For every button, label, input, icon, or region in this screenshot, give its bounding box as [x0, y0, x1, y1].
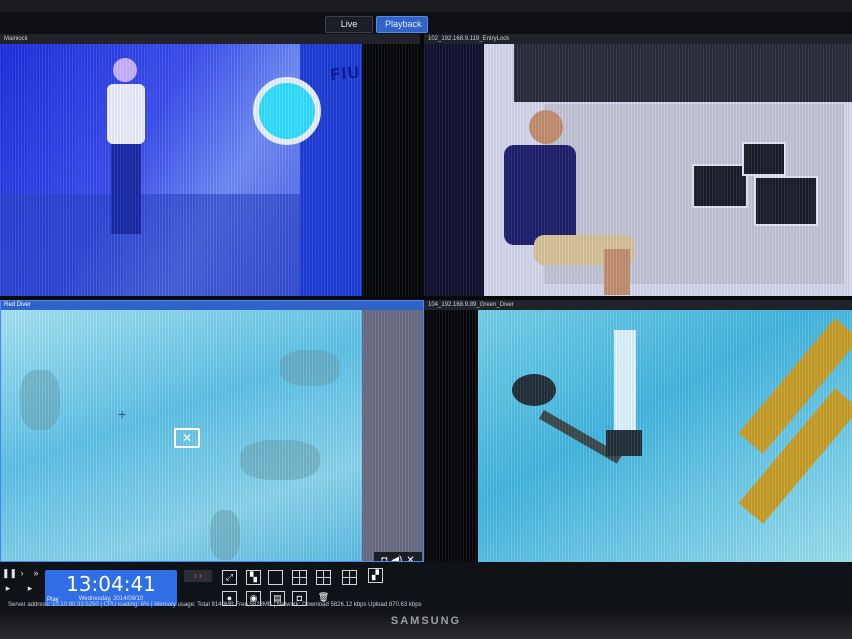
monitor-brand-logo: SAMSUNG — [390, 615, 462, 627]
snapshot-icon[interactable]: ◘ — [381, 555, 387, 563]
laptop — [692, 164, 748, 208]
porthole — [253, 77, 321, 145]
memory-usage: Memory usage: Total 8149MB Free 5823MB — [154, 602, 272, 608]
fast-forward-icon[interactable]: » — [30, 567, 42, 579]
playback-control-bar: ❚❚ › » ▸ ▸ 13:04:41 Play Wednesday, 2014… — [0, 562, 852, 612]
audio-icon[interactable]: ◀) — [391, 555, 402, 563]
person-figure — [107, 58, 145, 234]
top-tab-bar: Live View Playback — [0, 12, 852, 44]
server-address: Server address: 10.10.90.33:5250 — [8, 602, 99, 608]
pane-toolbar: ◘ ◀) ✕ — [374, 552, 422, 562]
speed-slider-icon[interactable]: ▸ — [24, 582, 36, 594]
pane-title: 102_192.168.9.119_EntryLock — [424, 34, 852, 44]
laptop — [754, 176, 818, 226]
fiu-logo: FIU — [329, 62, 361, 85]
layout-custom-icon[interactable]: ▚ — [246, 570, 261, 585]
network-usage: Network: Download 5826.12 kbps Upload 87… — [276, 602, 422, 608]
camera-pane-green-diver[interactable]: 104_192.168.9.89_Green_Diver — [424, 300, 852, 562]
crosshair-icon: + — [118, 406, 127, 422]
cpu-loading: CPU loading: 6% — [103, 602, 150, 608]
layout-custom-2-icon[interactable]: ▞ — [368, 568, 383, 583]
play-icon[interactable]: ▸ — [2, 582, 14, 594]
camera-pane-mainlock[interactable]: Mainlock FIU — [0, 34, 420, 296]
clock-time: 13:04:41 — [66, 572, 156, 596]
monitor — [742, 142, 786, 176]
camera-feed[interactable]: FIU — [0, 44, 420, 296]
layout-3x3-icon[interactable] — [342, 570, 357, 585]
camera-feed[interactable] — [424, 44, 852, 296]
layout-1plus5-icon[interactable] — [316, 570, 331, 585]
camera-feed[interactable]: + ✕ ◘ ◀) ✕ — [0, 310, 424, 562]
pane-title: Mainlock — [0, 34, 420, 44]
fullscreen-icon[interactable]: ⤢ — [222, 570, 237, 585]
camera-feed[interactable] — [424, 310, 852, 562]
tab-playback[interactable]: Playback — [376, 16, 428, 33]
layout-2x2-icon[interactable] — [292, 570, 307, 585]
status-line: Server address: 10.10.90.33:5250 | CPU l… — [8, 602, 422, 608]
nvr-screen: Live View Playback Mainlock FIU 102_192.… — [0, 12, 852, 612]
tab-live-view[interactable]: Live View — [325, 16, 373, 44]
no-video-icon: ✕ — [174, 428, 200, 448]
step-forward-icon[interactable]: › — [16, 567, 28, 579]
camera-pane-red-diver[interactable]: Red Diver + ✕ ◘ ◀) ✕ — [0, 300, 424, 562]
person-figure — [504, 110, 634, 295]
tools-icon[interactable]: ✕ — [406, 555, 414, 563]
camera-pane-entrylock[interactable]: 102_192.168.9.119_EntryLock — [424, 34, 852, 296]
prev-next-buttons[interactable]: ‹ › — [184, 570, 212, 582]
monitor-bezel-top — [0, 0, 852, 12]
pane-title: Red Diver — [0, 300, 424, 310]
pane-title: 104_192.168.9.89_Green_Diver — [424, 300, 852, 310]
diver-figure — [606, 330, 642, 456]
layout-1x1-icon[interactable] — [268, 570, 283, 585]
pause-icon[interactable]: ❚❚ — [2, 567, 17, 579]
playback-clock: 13:04:41 Play Wednesday, 2014/09/10 — [45, 570, 177, 606]
